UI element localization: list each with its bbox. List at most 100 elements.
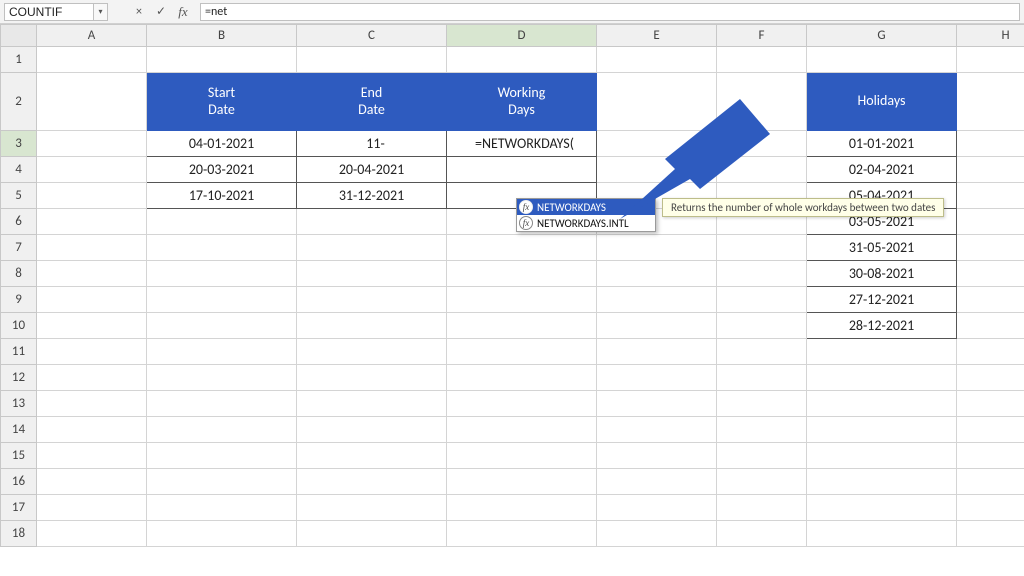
cell[interactable] [37,47,147,73]
cell-holiday[interactable]: 28-12-2021 [807,313,957,339]
cell[interactable] [147,209,297,235]
cell[interactable] [597,47,717,73]
formula-cancel-icon[interactable]: × [128,3,150,21]
insert-function-icon[interactable]: fx [172,3,194,21]
cell[interactable] [447,443,597,469]
cell[interactable] [147,469,297,495]
cell[interactable] [147,391,297,417]
cell[interactable] [297,469,447,495]
row-header[interactable]: 12 [1,365,37,391]
cell-holiday[interactable]: 30-08-2021 [807,261,957,287]
cell[interactable] [37,235,147,261]
cell[interactable] [597,287,717,313]
cell[interactable] [717,417,807,443]
cell[interactable] [597,495,717,521]
row-header[interactable]: 3 [1,131,37,157]
cell[interactable] [37,391,147,417]
row-header[interactable]: 2 [1,73,37,131]
cell[interactable] [807,365,957,391]
formula-autocomplete-item[interactable]: fx NETWORKDAYS [517,199,655,215]
cell[interactable] [597,391,717,417]
cell[interactable] [957,495,1024,521]
cell[interactable] [297,521,447,547]
col-header-A[interactable]: A [37,25,147,47]
cell-start-date[interactable]: 20-03-2021 [147,157,297,183]
cell[interactable] [447,521,597,547]
cell[interactable] [597,339,717,365]
cell[interactable] [717,261,807,287]
cell[interactable] [147,365,297,391]
cell[interactable] [597,131,717,157]
cell[interactable] [597,261,717,287]
cell[interactable] [37,365,147,391]
row-header[interactable]: 6 [1,209,37,235]
cell[interactable] [37,73,147,131]
formula-autocomplete-item[interactable]: fx NETWORKDAYS.INTL [517,215,655,231]
cell[interactable] [597,521,717,547]
cell-holiday[interactable]: 31-05-2021 [807,235,957,261]
cell[interactable] [147,339,297,365]
cell-end-date[interactable]: 11- [297,131,447,157]
select-all-corner[interactable] [1,25,37,47]
cell[interactable] [957,521,1024,547]
cell-end-date[interactable]: 31-12-2021 [297,183,447,209]
cell[interactable] [147,287,297,313]
cell[interactable] [717,313,807,339]
cell[interactable] [957,313,1024,339]
cell[interactable] [717,339,807,365]
cell[interactable] [37,443,147,469]
cell[interactable] [717,495,807,521]
cell[interactable] [297,209,447,235]
cell[interactable] [37,469,147,495]
table-header-end-date[interactable]: EndDate [297,73,447,131]
cell[interactable] [297,443,447,469]
cell[interactable] [37,287,147,313]
col-header-E[interactable]: E [597,25,717,47]
row-header[interactable]: 18 [1,521,37,547]
cell[interactable] [447,365,597,391]
cell[interactable] [957,287,1024,313]
cell[interactable] [447,417,597,443]
cell[interactable] [807,495,957,521]
cell[interactable] [717,469,807,495]
cell[interactable] [957,339,1024,365]
cell[interactable] [447,391,597,417]
cell[interactable] [297,339,447,365]
row-header[interactable]: 13 [1,391,37,417]
row-header[interactable]: 5 [1,183,37,209]
cell[interactable] [597,73,717,131]
cell[interactable] [37,495,147,521]
cell[interactable] [807,339,957,365]
cell[interactable] [717,131,807,157]
cell-formula-editing[interactable]: =NETWORKDAYS( [447,131,597,157]
cell[interactable] [717,235,807,261]
cell[interactable] [717,287,807,313]
cell[interactable] [957,131,1024,157]
cell[interactable] [147,261,297,287]
cell[interactable] [37,339,147,365]
formula-input[interactable]: =net [200,3,1020,21]
cell[interactable] [717,521,807,547]
cell-start-date[interactable]: 17-10-2021 [147,183,297,209]
cell[interactable] [597,157,717,183]
cell[interactable] [37,131,147,157]
cell[interactable] [147,235,297,261]
cell[interactable] [597,469,717,495]
cell[interactable] [37,157,147,183]
cell[interactable] [447,495,597,521]
cell[interactable] [597,365,717,391]
cell[interactable] [597,443,717,469]
cell[interactable] [957,157,1024,183]
cell-working-days[interactable] [447,157,597,183]
cell[interactable] [717,73,807,131]
spreadsheet-grid[interactable]: A B C D E F G H 1 2 StartDate EndDate W [0,24,1024,547]
cell[interactable] [147,417,297,443]
cell[interactable] [37,313,147,339]
table-header-start-date[interactable]: StartDate [147,73,297,131]
row-header[interactable]: 8 [1,261,37,287]
cell[interactable] [597,235,717,261]
cell[interactable] [37,183,147,209]
row-header[interactable]: 14 [1,417,37,443]
col-header-B[interactable]: B [147,25,297,47]
cell[interactable] [957,469,1024,495]
